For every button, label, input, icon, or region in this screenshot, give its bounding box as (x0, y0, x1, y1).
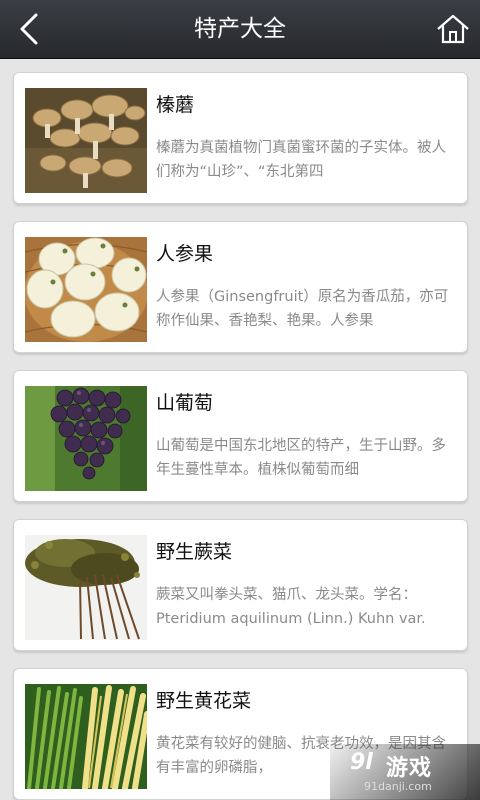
page-title: 特产大全 (194, 16, 286, 42)
home-button[interactable] (434, 10, 472, 48)
watermark-logo: 9l (350, 750, 373, 775)
ginseng-fruit-image (25, 237, 147, 342)
item-thumbnail (25, 386, 147, 491)
item-thumbnail (25, 535, 147, 640)
app-header: 特产大全 (0, 0, 480, 59)
watermark-overlay: 9l 游戏 91danji.com (330, 744, 480, 800)
item-thumbnail (25, 237, 147, 342)
item-title: 人参果 (156, 243, 214, 265)
watermark-logo-text: 游戏 (386, 756, 433, 781)
wild-bracken-image (25, 535, 147, 640)
item-title: 野生黄花菜 (156, 690, 252, 712)
item-thumbnail (25, 684, 147, 789)
item-title: 榛蘑 (156, 94, 195, 116)
item-thumbnail (25, 88, 147, 193)
item-description: 山葡萄是中国东北地区的特产，生于山野。多年生蔓性草本。植株似葡萄而细 (156, 438, 446, 478)
item-description: 人参果（Ginsengfruit）原名为香瓜茄，亦可称作仙果、香艳梨、艳果。人参… (156, 289, 449, 329)
item-description: 蕨菜又叫拳头菜、猫爪、龙头菜。学名：Pteridium aquilinum (L… (156, 587, 426, 627)
watermark-domain: 91danji.com (364, 780, 432, 793)
list-item[interactable]: 山葡萄 山葡萄是中国东北地区的特产，生于山野。多年生蔓性草本。植株似葡萄而细 (13, 370, 468, 502)
daylily-image (25, 684, 147, 789)
list-item[interactable]: 野生蕨菜 蕨菜又叫拳头菜、猫爪、龙头菜。学名：Pteridium aquilin… (13, 519, 468, 651)
list-item[interactable]: 人参果 人参果（Ginsengfruit）原名为香瓜茄，亦可称作仙果、香艳梨、艳… (13, 221, 468, 353)
hazel-mushroom-image (25, 88, 147, 193)
list-item[interactable]: 榛蘑 榛蘑为真菌植物门真菌蜜环菌的子实体。被人们称为“山珍”、“东北第四 (13, 72, 468, 204)
item-title: 山葡萄 (156, 392, 214, 414)
wild-grape-image (25, 386, 147, 491)
item-description: 榛蘑为真菌植物门真菌蜜环菌的子实体。被人们称为“山珍”、“东北第四 (156, 140, 446, 180)
home-icon (437, 14, 469, 44)
item-title: 野生蕨菜 (156, 541, 233, 563)
specialty-list[interactable]: 榛蘑 榛蘑为真菌植物门真菌蜜环菌的子实体。被人们称为“山珍”、“东北第四 人参果… (0, 58, 480, 800)
